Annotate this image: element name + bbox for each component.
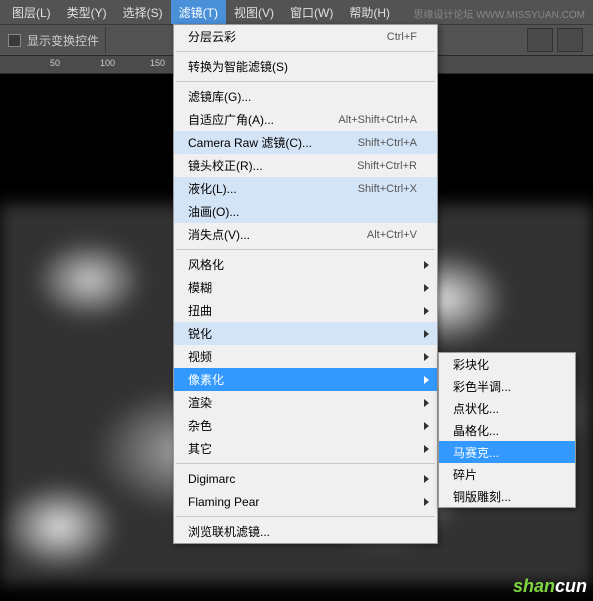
filter-menu-item[interactable]: 油画(O)...	[174, 200, 437, 223]
submenu-arrow-icon	[424, 475, 429, 483]
submenu-item[interactable]: 铜版雕刻...	[439, 485, 575, 507]
filter-menu-item[interactable]: 模糊	[174, 276, 437, 299]
menu-6[interactable]: 帮助(H)	[341, 0, 398, 24]
menu-item-label: 锐化	[188, 325, 417, 342]
filter-menu-dropdown: 分层云彩Ctrl+F 转换为智能滤镜(S) 滤镜库(G)... 自适应广角(A)...…	[173, 24, 438, 544]
menu-item-label: 杂色	[188, 417, 417, 434]
menu-item-label: 渲染	[188, 394, 417, 411]
menu-item-shortcut: Alt+Shift+Ctrl+A	[338, 114, 417, 126]
submenu-item[interactable]: 碎片	[439, 463, 575, 485]
submenu-arrow-icon	[424, 399, 429, 407]
logo-part2: cun	[555, 576, 587, 596]
filter-menu-item[interactable]: 扭曲	[174, 299, 437, 322]
divider	[105, 27, 106, 53]
menu-item-label: Digimarc	[188, 472, 417, 486]
filter-menu-item[interactable]: 像素化	[174, 368, 437, 391]
menu-item-label: Camera Raw 滤镜(C)...	[188, 134, 358, 151]
filter-menu-item[interactable]: 消失点(V)...Alt+Ctrl+V	[174, 223, 437, 246]
menu-item-label: 转换为智能滤镜(S)	[188, 58, 417, 75]
logo: shancun	[513, 576, 587, 597]
show-transform-checkbox[interactable]	[8, 34, 21, 47]
filter-menu-item[interactable]: 浏览联机滤镜...	[174, 520, 437, 543]
menu-item-label: 油画(O)...	[188, 203, 417, 220]
filter-menu-item[interactable]: 滤镜库(G)...	[174, 85, 437, 108]
filter-menu-item[interactable]: 液化(L)...Shift+Ctrl+X	[174, 177, 437, 200]
filter-menu-item[interactable]: 渲染	[174, 391, 437, 414]
menu-item-label: 风格化	[188, 256, 417, 273]
menu-separator	[176, 463, 435, 464]
menu-item-label: 分层云彩	[188, 28, 387, 45]
submenu-item[interactable]: 彩色半调...	[439, 375, 575, 397]
menu-item-label: 滤镜库(G)...	[188, 88, 417, 105]
menu-item-label: 扭曲	[188, 302, 417, 319]
submenu-arrow-icon	[424, 330, 429, 338]
menu-2[interactable]: 选择(S)	[115, 0, 171, 24]
menu-item-shortcut: Alt+Ctrl+V	[367, 229, 417, 241]
submenu-arrow-icon	[424, 376, 429, 384]
menu-item-label: 液化(L)...	[188, 180, 358, 197]
submenu-item[interactable]: 马赛克...	[439, 441, 575, 463]
menu-item-label: 其它	[188, 440, 417, 457]
menu-0[interactable]: 图层(L)	[4, 0, 59, 24]
submenu-arrow-icon	[424, 498, 429, 506]
filter-menu-item[interactable]: 视频	[174, 345, 437, 368]
filter-menu-item[interactable]: 自适应广角(A)...Alt+Shift+Ctrl+A	[174, 108, 437, 131]
menu-4[interactable]: 视图(V)	[226, 0, 282, 24]
menu-3[interactable]: 滤镜(T)	[171, 0, 226, 24]
submenu-arrow-icon	[424, 284, 429, 292]
filter-menu-item[interactable]: Camera Raw 滤镜(C)...Shift+Ctrl+A	[174, 131, 437, 154]
filter-menu-item[interactable]: 风格化	[174, 253, 437, 276]
submenu-item[interactable]: 点状化...	[439, 397, 575, 419]
checkbox-label: 显示变换控件	[27, 32, 99, 49]
menu-item-label: 自适应广角(A)...	[188, 111, 338, 128]
filter-menu-item[interactable]: 分层云彩Ctrl+F	[174, 25, 437, 48]
tool-icon[interactable]	[557, 28, 583, 52]
menu-separator	[176, 81, 435, 82]
submenu-arrow-icon	[424, 445, 429, 453]
submenu-arrow-icon	[424, 261, 429, 269]
filter-menu-item[interactable]: 杂色	[174, 414, 437, 437]
menu-item-shortcut: Ctrl+F	[387, 31, 417, 43]
menu-item-label: 浏览联机滤镜...	[188, 523, 417, 540]
menu-item-shortcut: Shift+Ctrl+X	[358, 183, 417, 195]
menu-item-label: 镜头校正(R)...	[188, 157, 357, 174]
submenu-arrow-icon	[424, 307, 429, 315]
menu-5[interactable]: 窗口(W)	[282, 0, 341, 24]
filter-menu-item[interactable]: 镜头校正(R)...Shift+Ctrl+R	[174, 154, 437, 177]
filter-menu-item[interactable]: 转换为智能滤镜(S)	[174, 55, 437, 78]
submenu-arrow-icon	[424, 353, 429, 361]
pixelate-submenu: 彩块化彩色半调...点状化...晶格化...马赛克...碎片铜版雕刻...	[438, 352, 576, 508]
ruler-tick: 150	[150, 58, 165, 68]
submenu-arrow-icon	[424, 422, 429, 430]
filter-menu-item[interactable]: Digimarc	[174, 467, 437, 490]
menu-item-label: 像素化	[188, 371, 417, 388]
menu-item-shortcut: Shift+Ctrl+R	[357, 160, 417, 172]
logo-part1: shan	[513, 576, 555, 596]
submenu-item[interactable]: 晶格化...	[439, 419, 575, 441]
menu-item-label: 消失点(V)...	[188, 226, 367, 243]
menu-separator	[176, 51, 435, 52]
menu-separator	[176, 516, 435, 517]
menu-item-label: 视频	[188, 348, 417, 365]
menu-separator	[176, 249, 435, 250]
menu-item-label: Flaming Pear	[188, 495, 417, 509]
menu-item-shortcut: Shift+Ctrl+A	[358, 137, 417, 149]
filter-menu-item[interactable]: 锐化	[174, 322, 437, 345]
watermark-text: 思缘设计论坛 WWW.MISSYUAN.COM	[413, 6, 585, 21]
filter-menu-item[interactable]: 其它	[174, 437, 437, 460]
filter-menu-item[interactable]: Flaming Pear	[174, 490, 437, 513]
menu-1[interactable]: 类型(Y)	[59, 0, 115, 24]
ruler-tick: 50	[50, 58, 60, 68]
submenu-item[interactable]: 彩块化	[439, 353, 575, 375]
ruler-tick: 100	[100, 58, 115, 68]
tool-icon[interactable]	[527, 28, 553, 52]
menu-item-label: 模糊	[188, 279, 417, 296]
